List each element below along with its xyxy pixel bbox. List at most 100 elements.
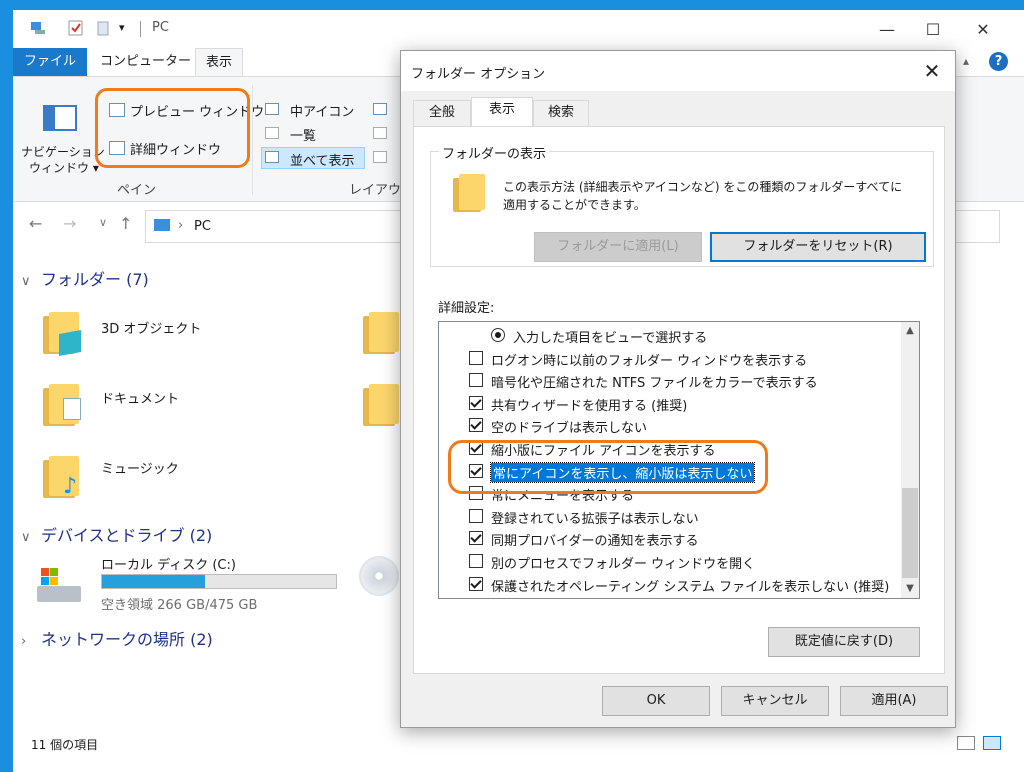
setting-label: 別のプロセスでフォルダー ウィンドウを開く [491, 557, 756, 572]
pictures-folder-icon[interactable] [363, 382, 403, 426]
setting-checkbox[interactable] [469, 373, 483, 388]
cancel-button[interactable]: キャンセル [721, 686, 829, 716]
tiles-icon [265, 151, 279, 163]
setting-row[interactable]: 入力した項目をビューで選択する [439, 324, 897, 347]
scroll-thumb[interactable] [902, 488, 918, 578]
setting-label: 空のドライブは表示しない [491, 421, 648, 437]
list-icon [265, 127, 279, 139]
ok-button[interactable]: OK [602, 686, 710, 716]
details-icon[interactable] [373, 151, 387, 163]
view-tab-panel: フォルダーの表示 この表示方法 (詳細表示やアイコンなど) をこの種類のフォルダ… [413, 126, 945, 674]
dialog-titlebar: フォルダー オプション ✕ [401, 51, 955, 91]
tab-file[interactable]: ファイル [13, 48, 87, 76]
advanced-settings-label: 詳細設定: [438, 301, 495, 316]
new-folder-icon[interactable] [95, 19, 113, 37]
setting-checkbox[interactable] [469, 531, 483, 546]
status-bar: 11 個の項目 [13, 732, 1024, 772]
small-icons-icon[interactable] [373, 127, 387, 139]
local-disk-label[interactable]: ローカル ディスク (C:) [101, 554, 236, 573]
ribbon-collapse-icon[interactable]: ▴ [963, 54, 969, 68]
dialog-close-icon[interactable]: ✕ [917, 57, 947, 85]
apply-button[interactable]: 適用(A) [840, 686, 948, 716]
setting-row[interactable]: 登録されている拡張子は表示しない [439, 505, 897, 528]
properties-icon[interactable] [67, 19, 85, 37]
dvd-drive-icon[interactable] [359, 556, 399, 596]
maximize-button[interactable]: ☐ [910, 10, 956, 48]
drive-free-text: 空き領域 266 GB/475 GB [101, 598, 258, 613]
setting-row[interactable]: ログオン時に以前のフォルダー ウィンドウを表示する [439, 347, 897, 370]
setting-row[interactable]: 暗号化や圧縮された NTFS ファイルをカラーで表示する [439, 369, 897, 392]
recent-chevron-icon[interactable]: ∨ [99, 216, 107, 229]
large-icons-icon[interactable] [373, 103, 387, 115]
folder-view-group-title: フォルダーの表示 [439, 143, 550, 162]
setting-label: 同期プロバイダーの通知を表示する [491, 534, 699, 550]
network-section-header[interactable]: › ネットワークの場所 (2) [21, 626, 213, 650]
setting-row[interactable]: 同期プロバイダーの通知を表示する [439, 527, 897, 550]
back-arrow-icon[interactable]: ← [29, 214, 42, 233]
setting-row[interactable]: 共有ウィザードを使用する (推奨) [439, 392, 897, 415]
pane-group-label: ペイン [117, 183, 157, 198]
setting-checkbox[interactable] [469, 350, 483, 365]
tab-computer[interactable]: コンピューター [90, 48, 201, 76]
address-pc-icon [154, 219, 170, 231]
scroll-up-icon[interactable]: ▲ [901, 322, 919, 340]
setting-checkbox[interactable] [469, 554, 483, 568]
group-separator [252, 85, 253, 195]
medium-icons-icon [265, 103, 279, 115]
tiles-button[interactable]: 並べて表示 [290, 150, 354, 169]
folder-view-description-1: この表示方法 (詳細表示やアイコンなど) をこの種類のフォルダーすべてに [503, 180, 903, 194]
documents-folder-icon[interactable] [43, 382, 83, 426]
setting-label: 共有ウィザードを使用する (推奨) [491, 398, 688, 414]
folders-section-header[interactable]: ∨ フォルダー (7) [21, 266, 149, 290]
devices-section-header[interactable]: ∨ デバイスとドライブ (2) [21, 522, 212, 546]
reset-folders-button[interactable]: フォルダーをリセット(R) [710, 232, 926, 262]
list-button[interactable]: 一覧 [290, 125, 316, 144]
setting-checkbox[interactable] [469, 508, 483, 523]
music-folder-icon[interactable]: ♪ [43, 454, 83, 499]
dialog-title: フォルダー オプション [411, 67, 546, 82]
settings-scrollbar[interactable]: ▲ ▼ [901, 322, 919, 598]
apply-to-folders-button[interactable]: フォルダーに適用(L) [534, 232, 702, 262]
scroll-down-icon[interactable]: ▼ [901, 580, 919, 598]
navigation-pane-button[interactable]: ナビゲーション ウィンドウ ▾ [21, 91, 105, 177]
setting-label: 暗号化や圧縮された NTFS ファイルをカラーで表示する [491, 376, 818, 392]
drive-usage-bar [101, 574, 337, 589]
details-view-icon[interactable] [957, 736, 975, 750]
setting-label: 入力した項目をビューで選択する [513, 331, 708, 346]
setting-checkbox[interactable] [469, 395, 483, 410]
tab-view[interactable]: 表示 [195, 48, 244, 76]
navigation-pane-label-1: ナビゲーション [21, 145, 105, 159]
tab-general[interactable]: 全般 [413, 100, 471, 126]
tab-view-options[interactable]: 表示 [471, 97, 533, 127]
setting-checkbox[interactable] [469, 418, 483, 433]
tab-search[interactable]: 検索 [533, 100, 589, 126]
setting-row[interactable]: 空のドライブは表示しない [439, 414, 897, 437]
help-icon[interactable]: ? [989, 52, 1008, 71]
close-button[interactable]: ✕ [960, 10, 1006, 48]
3d-objects-label[interactable]: 3D オブジェクト [101, 318, 201, 337]
setting-label: ログオン時に以前のフォルダー ウィンドウを表示する [491, 353, 808, 369]
setting-row[interactable]: 別のプロセスでフォルダー ウィンドウを開く [439, 550, 897, 573]
address-text: PC [194, 219, 211, 234]
preview-pane-highlight [95, 88, 250, 168]
breadcrumb-chevron-icon: › [178, 218, 184, 233]
up-arrow-icon[interactable]: ↑ [119, 214, 132, 233]
setting-radio[interactable] [491, 328, 505, 342]
restore-defaults-button[interactable]: 既定値に戻す(D) [768, 627, 920, 657]
qat-dropdown-icon[interactable]: ▾ [119, 19, 137, 37]
large-icons-view-icon[interactable] [983, 736, 1001, 750]
documents-label[interactable]: ドキュメント [101, 388, 179, 407]
medium-icons-button[interactable]: 中アイコン [290, 101, 354, 120]
folder-options-dialog: フォルダー オプション ✕ 全般 表示 検索 フォルダーの表示 この表示方法 (… [400, 50, 956, 728]
minimize-button[interactable]: — [864, 10, 910, 48]
music-label[interactable]: ミュージック [101, 458, 179, 477]
setting-checkbox[interactable] [469, 576, 483, 591]
forward-arrow-icon[interactable]: → [63, 214, 76, 233]
local-disk-icon[interactable] [37, 568, 83, 606]
explorer-titlebar: ▾ PC — ☐ ✕ [13, 10, 1024, 48]
folder-view-description-2: 適用することができます。 [503, 198, 646, 212]
3d-objects-folder-icon[interactable] [43, 310, 83, 356]
setting-row[interactable]: 保護されたオペレーティング システム ファイルを表示しない (推奨) [439, 573, 897, 596]
downloads-folder-icon[interactable] [363, 310, 403, 354]
navigation-pane-label-2: ウィンドウ ▾ [29, 161, 99, 175]
